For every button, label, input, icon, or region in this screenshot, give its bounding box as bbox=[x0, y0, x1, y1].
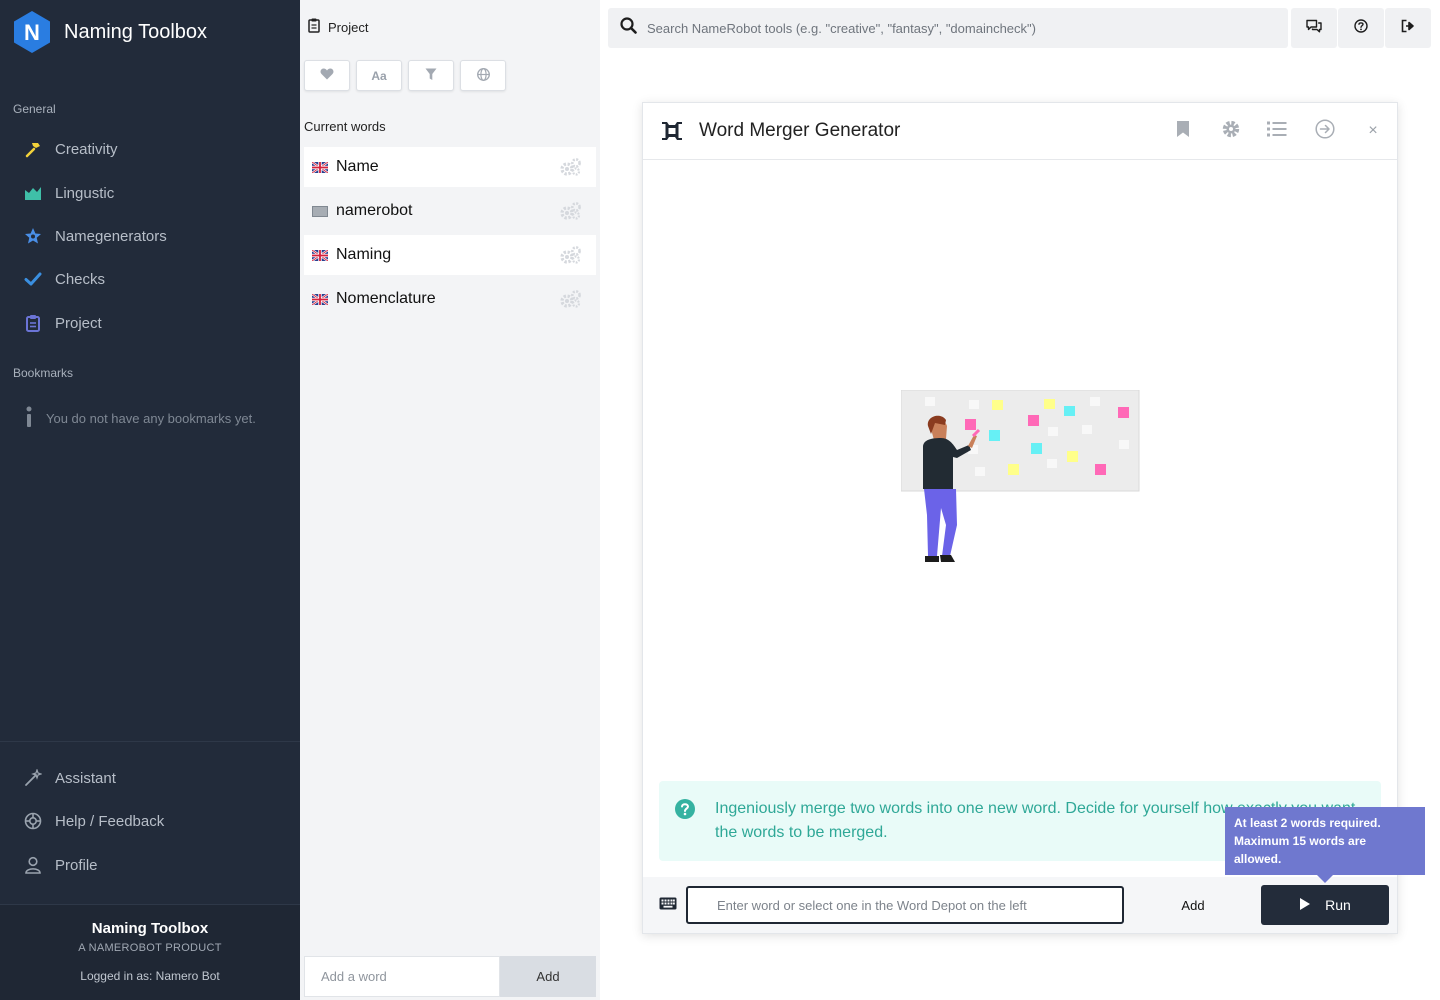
word-item-name[interactable]: Name bbox=[304, 147, 596, 187]
list-icon bbox=[1267, 121, 1287, 142]
arrow-circle-right-icon bbox=[1315, 118, 1335, 144]
help-button[interactable] bbox=[1338, 8, 1384, 48]
neutral-flag-icon bbox=[312, 205, 328, 217]
settings-button[interactable] bbox=[1219, 119, 1243, 143]
nav-item-profile[interactable]: Profile bbox=[0, 845, 300, 885]
bookmark-icon bbox=[1176, 120, 1190, 143]
word-item-namerobot[interactable]: namerobot bbox=[304, 191, 596, 231]
word-item-naming[interactable]: Naming bbox=[304, 235, 596, 275]
tool-search[interactable] bbox=[608, 8, 1288, 48]
close-button[interactable]: × bbox=[1361, 119, 1385, 143]
font-case-button[interactable]: Aa bbox=[356, 60, 402, 91]
current-words-label: Current words bbox=[304, 119, 386, 134]
dialog-title: Word Merger Generator bbox=[699, 120, 901, 141]
chart-icon bbox=[24, 184, 42, 202]
footer-subtitle: A NAMEROBOT PRODUCT bbox=[78, 942, 222, 954]
brand-title: Naming Toolbox bbox=[64, 20, 208, 43]
section-label-general: General bbox=[13, 102, 56, 116]
font-case-icon: Aa bbox=[371, 68, 387, 83]
sidebar: N Naming Toolbox General Creativity Ling… bbox=[0, 0, 300, 1000]
check-icon bbox=[24, 270, 42, 288]
gears-icon[interactable] bbox=[560, 202, 582, 225]
logout-button[interactable] bbox=[1385, 8, 1431, 48]
nav-label: Profile bbox=[55, 856, 98, 874]
run-button[interactable]: Run bbox=[1261, 885, 1389, 925]
keyboard-icon[interactable] bbox=[659, 897, 677, 915]
word-input-bar: Add Run bbox=[643, 877, 1397, 933]
whiteboard-illustration bbox=[901, 390, 1140, 562]
list-view-button[interactable] bbox=[1265, 119, 1289, 143]
star-icon bbox=[24, 227, 42, 245]
info-icon bbox=[24, 406, 34, 431]
user-icon bbox=[24, 856, 42, 874]
gears-icon[interactable] bbox=[560, 290, 582, 313]
section-label-bookmarks: Bookmarks bbox=[13, 366, 74, 380]
gears-icon[interactable] bbox=[560, 158, 582, 181]
nav-label: Namegenerators bbox=[55, 227, 167, 245]
nav-label: Lingustic bbox=[55, 184, 115, 202]
brand[interactable]: N Naming Toolbox bbox=[12, 10, 207, 54]
sidebar-divider bbox=[0, 741, 300, 742]
hammer-icon bbox=[24, 140, 42, 158]
word-entry-input[interactable] bbox=[686, 886, 1124, 924]
nav-item-lingustic[interactable]: Lingustic bbox=[0, 173, 300, 213]
nav-label: Assistant bbox=[55, 769, 116, 787]
chat-icon bbox=[1306, 19, 1322, 38]
uk-flag-icon bbox=[312, 249, 328, 261]
question-circle-icon bbox=[675, 799, 695, 824]
word-item-nomenclature[interactable]: Nomenclature bbox=[304, 279, 596, 319]
project-panel: Project Aa Current words Name namerobot … bbox=[300, 0, 600, 1000]
uk-flag-icon bbox=[312, 161, 328, 173]
nav-label: Help / Feedback bbox=[55, 812, 165, 830]
footer-title: Naming Toolbox bbox=[91, 920, 209, 937]
search-input[interactable] bbox=[647, 20, 1288, 36]
bookmarks-empty-message: You do not have any bookmarks yet. bbox=[24, 406, 256, 431]
nav-label: Checks bbox=[55, 270, 106, 288]
nav-item-checks[interactable]: Checks bbox=[0, 259, 300, 299]
play-icon bbox=[1299, 897, 1311, 914]
run-requirements-tooltip: At least 2 words required. Maximum 15 wo… bbox=[1225, 807, 1425, 883]
logged-in-user: Logged in as: Namero Bot bbox=[80, 969, 220, 983]
filter-button[interactable] bbox=[408, 60, 454, 91]
sidebar-footer: Naming Toolbox A NAMEROBOT PRODUCT Logge… bbox=[0, 904, 300, 1000]
gears-icon[interactable] bbox=[560, 246, 582, 269]
nav-item-project[interactable]: Project bbox=[0, 303, 300, 343]
question-circle-icon bbox=[1354, 18, 1368, 38]
svg-text:N: N bbox=[24, 20, 40, 45]
nav-item-creativity[interactable]: Creativity bbox=[0, 129, 300, 169]
nav-label: Creativity bbox=[55, 140, 118, 158]
next-step-button[interactable] bbox=[1313, 118, 1337, 144]
add-word-input[interactable] bbox=[304, 956, 500, 997]
filter-icon bbox=[425, 68, 437, 84]
add-word-button[interactable]: Add bbox=[500, 956, 596, 997]
chat-button[interactable] bbox=[1291, 8, 1337, 48]
nav-item-namegenerators[interactable]: Namegenerators bbox=[0, 216, 300, 256]
logo-icon: N bbox=[14, 11, 50, 53]
clipboard-icon bbox=[308, 18, 320, 36]
language-button[interactable] bbox=[460, 60, 506, 91]
lifebuoy-icon bbox=[24, 812, 42, 830]
globe-icon bbox=[476, 67, 490, 84]
wand-icon bbox=[24, 769, 42, 787]
favorites-filter-button[interactable] bbox=[304, 60, 350, 91]
merge-tool-icon bbox=[661, 121, 683, 146]
nav-item-assistant[interactable]: Assistant bbox=[0, 758, 300, 798]
bookmark-button[interactable] bbox=[1171, 119, 1195, 143]
search-icon bbox=[620, 17, 637, 39]
uk-flag-icon bbox=[312, 293, 328, 305]
project-header: Project bbox=[308, 18, 368, 36]
add-button[interactable]: Add bbox=[1151, 886, 1235, 924]
dialog-header: Word Merger Generator × bbox=[643, 103, 1397, 160]
project-title: Project bbox=[328, 19, 369, 35]
nav-item-help-feedback[interactable]: Help / Feedback bbox=[0, 801, 300, 841]
gear-icon bbox=[1221, 119, 1241, 144]
clipboard-icon bbox=[24, 314, 42, 332]
heart-icon bbox=[320, 68, 334, 83]
nav-label: Project bbox=[55, 314, 102, 332]
logout-icon bbox=[1401, 19, 1416, 38]
